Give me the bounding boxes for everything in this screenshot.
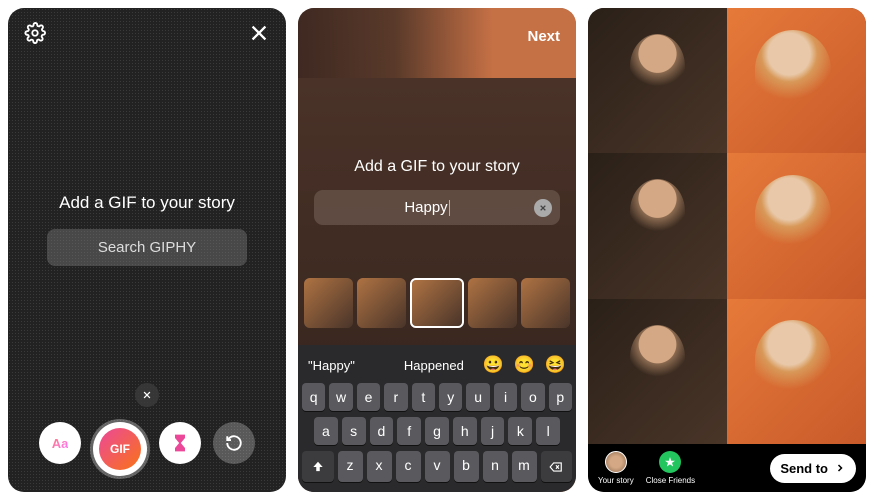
keyboard-key[interactable]: t [412, 383, 435, 411]
keyboard-key[interactable]: i [494, 383, 517, 411]
gif-frame [588, 8, 866, 153]
keyboard-key[interactable]: y [439, 383, 462, 411]
backspace-icon [549, 460, 563, 474]
gif-result-thumbnail-selected[interactable] [410, 278, 463, 328]
templates-mode-button[interactable] [159, 422, 201, 464]
next-button[interactable]: Next [527, 28, 560, 45]
close-icon [248, 22, 270, 44]
clear-search-button[interactable] [534, 199, 552, 217]
gif-prompt-title: Add a GIF to your story [8, 193, 286, 213]
keyboard-key[interactable]: r [384, 383, 407, 411]
gif-mode-button[interactable]: GIF [93, 422, 147, 476]
gif-frame [588, 299, 866, 444]
shift-key[interactable] [302, 451, 334, 482]
ios-keyboard: "Happy" Happened 😀 😊 😆 qwertyuiop asdfgh… [298, 345, 576, 492]
gif-frame [588, 153, 866, 298]
gif-result-thumbnail[interactable] [468, 278, 517, 328]
keyboard-key[interactable]: z [338, 451, 363, 482]
share-bar: Your story Close Friends Send to [588, 444, 866, 492]
backspace-key[interactable] [541, 451, 573, 482]
chevron-right-icon [834, 462, 846, 474]
keyboard-key[interactable]: l [536, 417, 560, 445]
keyboard-emoji-suggestion[interactable]: 😀 [483, 355, 504, 375]
keyboard-key[interactable]: e [357, 383, 380, 411]
keyboard-key[interactable]: b [454, 451, 479, 482]
avatar-icon [605, 451, 627, 473]
keyboard-key[interactable]: u [466, 383, 489, 411]
gif-results-strip [298, 278, 576, 328]
keyboard-emoji-suggestion[interactable]: 😆 [545, 355, 566, 375]
keyboard-key[interactable]: k [508, 417, 532, 445]
keyboard-key[interactable]: q [302, 383, 325, 411]
keyboard-key[interactable]: a [314, 417, 338, 445]
story-mode-tray: Aa GIF [8, 422, 286, 476]
close-friends-button[interactable]: Close Friends [646, 451, 695, 485]
keyboard-key[interactable]: w [329, 383, 352, 411]
gif-preview-canvas[interactable] [588, 8, 866, 444]
keyboard-key[interactable]: m [512, 451, 537, 482]
keyboard-key[interactable]: v [425, 451, 450, 482]
keyboard-key[interactable]: p [549, 383, 572, 411]
keyboard-emoji-suggestion[interactable]: 😊 [514, 355, 535, 375]
send-to-button[interactable]: Send to [770, 454, 856, 483]
settings-button[interactable] [24, 22, 46, 49]
keyboard-key[interactable]: c [396, 451, 421, 482]
keyboard-suggestion[interactable]: "Happy" [308, 358, 385, 373]
shift-icon [311, 460, 325, 474]
keyboard-row: qwertyuiop [302, 383, 572, 411]
giphy-search-input[interactable]: Search GIPHY [47, 229, 247, 266]
gif-result-thumbnail[interactable] [304, 278, 353, 328]
text-mode-button[interactable]: Aa [39, 422, 81, 464]
giphy-search-input[interactable]: Happy [314, 190, 560, 225]
memories-mode-button[interactable] [213, 422, 255, 464]
gif-result-thumbnail[interactable] [521, 278, 570, 328]
your-story-button[interactable]: Your story [598, 451, 634, 485]
keyboard-key[interactable]: s [342, 417, 366, 445]
gif-prompt-title: Add a GIF to your story [314, 158, 560, 176]
story-share-screen: Your story Close Friends Send to [588, 8, 866, 492]
hourglass-icon [170, 433, 190, 453]
keyboard-row: asdfghjkl [302, 417, 572, 445]
close-icon [539, 204, 547, 212]
gear-icon [24, 22, 46, 44]
rewind-icon [225, 434, 243, 452]
close-icon [142, 390, 152, 400]
keyboard-key[interactable]: j [481, 417, 505, 445]
keyboard-row: zxcvbnm [302, 451, 572, 482]
keyboard-key[interactable]: d [370, 417, 394, 445]
keyboard-key[interactable]: g [425, 417, 449, 445]
keyboard-key[interactable]: n [483, 451, 508, 482]
keyboard-key[interactable]: o [521, 383, 544, 411]
gif-result-thumbnail[interactable] [357, 278, 406, 328]
star-icon [659, 451, 681, 473]
keyboard-suggestions: "Happy" Happened 😀 😊 😆 [302, 351, 572, 383]
keyboard-suggestion[interactable]: Happened [395, 358, 472, 373]
dismiss-gif-button[interactable] [135, 383, 159, 407]
close-button[interactable] [248, 22, 270, 49]
keyboard-key[interactable]: x [367, 451, 392, 482]
keyboard-key[interactable]: f [397, 417, 421, 445]
story-gif-screen-search: Next Add a GIF to your story Happy "Happ… [298, 8, 576, 492]
keyboard-key[interactable]: h [453, 417, 477, 445]
story-gif-screen-initial: Add a GIF to your story Search GIPHY Aa … [8, 8, 286, 492]
